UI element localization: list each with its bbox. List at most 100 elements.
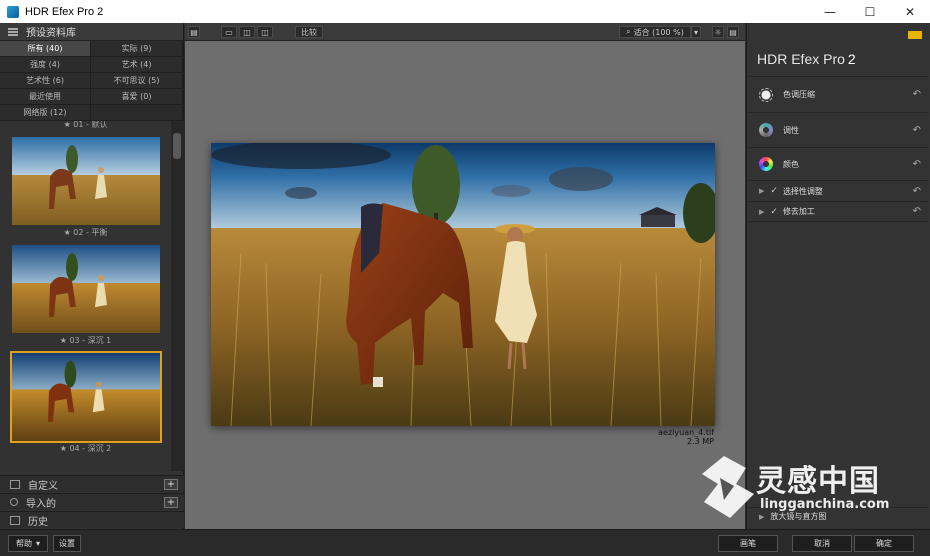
color-section[interactable]: 颜色 ↶	[749, 147, 929, 180]
import-icon	[10, 498, 18, 506]
preset-thumbnail-02[interactable]	[10, 135, 162, 227]
preset-thumbnail-03[interactable]	[10, 243, 162, 335]
image-megapixels: 2.3 MP	[687, 437, 714, 446]
preview-canvas[interactable]: aeziyuan_4.tif 2.3 MP	[185, 41, 745, 529]
category-realistic[interactable]: 实际 (9)	[91, 41, 183, 57]
split-view-icon[interactable]: ◫	[239, 26, 255, 38]
color-label: 颜色	[783, 159, 799, 169]
app-icon	[7, 5, 19, 18]
preset-category-grid: 所有 (40) 实际 (9) 强度 (4) 艺术 (4) 艺术性 (6) 不可思…	[0, 41, 183, 121]
preset-library-header[interactable]: 预设资料库	[0, 23, 183, 41]
preview-photo	[211, 143, 715, 426]
side-by-side-view-icon[interactable]: ◫	[257, 26, 273, 38]
magnifier-icon: ⌕	[626, 27, 631, 36]
preset-label-03: ★ 03 - 深沉 1	[59, 336, 112, 345]
panel-title: HDR Efex Pro 2	[757, 51, 856, 67]
imported-presets-label: 导入的	[26, 498, 56, 510]
preview-image[interactable]	[211, 143, 715, 426]
nik-collection-logo	[908, 31, 924, 39]
settings-button[interactable]: 设置	[53, 535, 81, 552]
ok-button[interactable]: 确定	[854, 535, 914, 552]
add-custom-preset-button[interactable]: +	[164, 479, 178, 490]
image-filename: aeziyuan_4.tif	[658, 428, 714, 437]
category-web[interactable]: 网络版 (12)	[0, 105, 91, 121]
import-preset-button[interactable]: +	[164, 497, 178, 508]
reset-icon[interactable]: ↶	[913, 186, 921, 197]
tone-compression-section[interactable]: 色调压缩 ↶	[749, 76, 929, 112]
panel-title-text: HDR Efex Pro	[757, 51, 845, 67]
sun-icon	[759, 87, 773, 102]
maximize-button[interactable]: ☐	[850, 0, 890, 23]
selective-adjustments-section[interactable]: ▶ ✓ 选择性调整 ↶	[749, 180, 929, 201]
help-caret: ▾	[35, 539, 40, 548]
tone-compression-label: 色调压缩	[783, 90, 815, 99]
custom-presets-label: 自定义	[28, 480, 58, 492]
preset-library-title: 预设资料库	[26, 28, 76, 39]
hide-panel-icon[interactable]: ▤	[188, 26, 200, 38]
history-label: 历史	[28, 516, 48, 528]
adjustments-panel: HDR Efex Pro 2 色调压缩 ↶ 调性 ↶ 颜色 ↶ ▶ ✓ 选择性调整…	[746, 23, 930, 529]
category-favorites[interactable]: 喜爱 (0)	[91, 89, 183, 105]
finishing-label: 修去加工	[782, 207, 815, 216]
loupe-histogram-section[interactable]: ▶ 放大镜与直方图	[749, 507, 929, 525]
preset-thumbnail-04[interactable]	[10, 351, 162, 443]
window-title: HDR Efex Pro 2	[25, 5, 104, 18]
history-section[interactable]: 历史	[0, 511, 184, 528]
help-label: 帮助	[15, 539, 32, 548]
window-titlebar: HDR Efex Pro 2 — ☐ ✕	[0, 0, 930, 23]
enable-checkbox[interactable]: ✓	[770, 186, 778, 196]
help-button[interactable]: 帮助 ▾	[8, 535, 48, 552]
category-all[interactable]: 所有 (40)	[0, 41, 91, 57]
menu-icon	[8, 27, 18, 36]
preset-list-scrollbar[interactable]	[171, 121, 184, 471]
background-light-icon[interactable]: ☼	[712, 26, 724, 38]
expand-triangle-icon[interactable]: ▶	[759, 513, 764, 521]
tonality-label: 调性	[783, 125, 799, 135]
hide-right-panel-icon[interactable]: ▤	[727, 26, 739, 38]
history-icon	[10, 515, 20, 525]
scrollbar-thumb[interactable]	[173, 133, 181, 159]
brush-button[interactable]: 画笔	[718, 535, 778, 552]
expand-triangle-icon[interactable]: ▶	[759, 187, 764, 195]
expand-triangle-icon[interactable]: ▶	[759, 208, 764, 216]
category-surreal[interactable]: 不可思议 (5)	[91, 73, 183, 89]
category-strength[interactable]: 强度 (4)	[0, 57, 91, 73]
category-artistic[interactable]: 艺术性 (6)	[0, 73, 91, 89]
tonality-section[interactable]: 调性 ↶	[749, 112, 929, 147]
preset-thumbnail-image	[12, 245, 160, 333]
minimize-button[interactable]: —	[810, 0, 850, 23]
reset-icon[interactable]: ↶	[913, 206, 921, 217]
enable-checkbox[interactable]: ✓	[770, 207, 778, 217]
tonality-wheel-icon	[759, 123, 773, 137]
single-view-icon[interactable]: ▭	[221, 26, 237, 38]
category-empty	[91, 105, 183, 121]
reset-icon[interactable]: ↶	[913, 125, 921, 136]
finishing-section[interactable]: ▶ ✓ 修去加工 ↶	[749, 201, 929, 222]
folder-icon	[10, 479, 20, 489]
preset-label-04: ★ 04 - 深沉 2	[59, 444, 112, 453]
category-art[interactable]: 艺术 (4)	[91, 57, 183, 73]
compare-button[interactable]: 比较	[295, 26, 323, 38]
preset-label-02: ★ 02 - 平衡	[63, 228, 108, 237]
bottom-bar: 帮助 ▾ 设置 画笔 取消 确定	[0, 529, 930, 556]
loupe-histogram-label: 放大镜与直方图	[770, 512, 827, 521]
preset-library-panel: 预设资料库 所有 (40) 实际 (9) 强度 (4) 艺术 (4) 艺术性 (…	[0, 23, 184, 529]
reset-icon[interactable]: ↶	[913, 89, 921, 100]
category-recent[interactable]: 最近使用	[0, 89, 91, 105]
preset-thumbnail-image	[12, 353, 160, 441]
preview-toolbar: ▤ ▭ ◫ ◫ 比较 ⌕ 适合 (100 %) ▾ ☼ ▤	[185, 23, 745, 41]
color-wheel-icon	[759, 157, 773, 171]
close-button[interactable]: ✕	[890, 0, 930, 23]
nik-logo-mark	[908, 31, 922, 39]
imported-presets-section[interactable]: 导入的 +	[0, 493, 184, 510]
panel-title-version: 2	[847, 51, 856, 67]
preset-label-01: ★ 01 - 默认	[63, 121, 108, 129]
cancel-button[interactable]: 取消	[792, 535, 852, 552]
preset-thumbnail-list[interactable]: ★ 01 - 默认 ★ 02 - 平衡 ★ 03 - 深沉 1 ★ 04 - 深…	[0, 121, 171, 471]
zoom-select[interactable]: ⌕ 适合 (100 %)	[619, 26, 691, 38]
image-info: aeziyuan_4.tif 2.3 MP	[658, 428, 714, 446]
zoom-value: 适合 (100 %)	[633, 27, 684, 37]
reset-icon[interactable]: ↶	[913, 159, 921, 170]
zoom-dropdown-caret[interactable]: ▾	[691, 26, 701, 38]
custom-presets-section[interactable]: 自定义 +	[0, 475, 184, 492]
